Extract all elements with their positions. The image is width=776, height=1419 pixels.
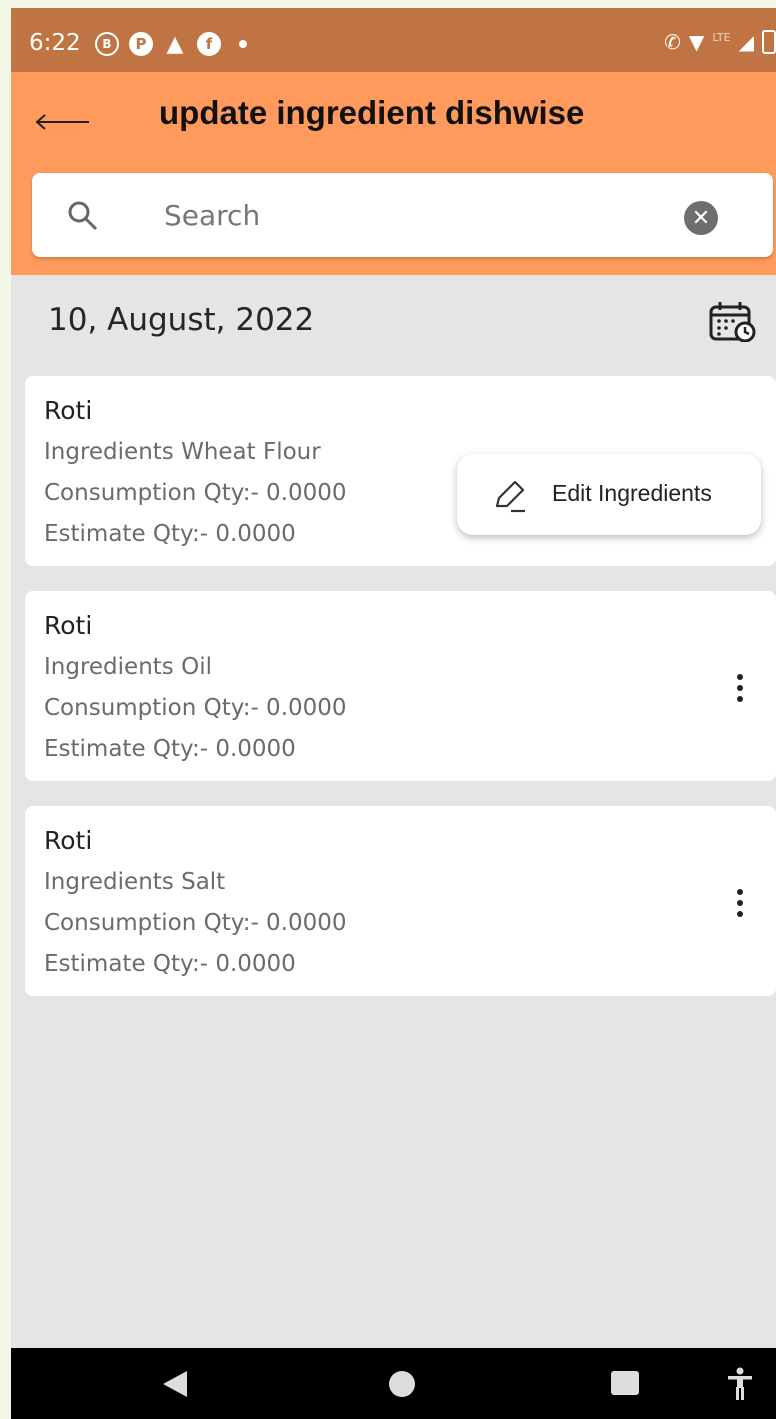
consumption-qty: Consumption Qty:- 0.0000: [44, 480, 347, 506]
triangle-app-icon: ▲: [166, 31, 184, 57]
ingredient-card[interactable]: Roti Ingredients Oil Consumption Qty:- 0…: [25, 591, 776, 781]
system-icons: ✆ ▼ LTE ◢: [664, 30, 776, 54]
estimate-qty: Estimate Qty:- 0.0000: [44, 736, 296, 762]
pencil-icon: [495, 480, 525, 513]
dish-name: Roti: [44, 396, 93, 425]
page-title: update ingredient dishwise: [159, 94, 585, 131]
more-options-icon[interactable]: [734, 674, 746, 702]
dish-name: Roti: [44, 611, 93, 640]
app-header: update ingredient dishwise ✕: [11, 72, 776, 275]
ingredient-name: Ingredients Salt: [44, 869, 226, 895]
back-arrow-icon[interactable]: [35, 112, 91, 132]
more-options-icon[interactable]: [734, 889, 746, 917]
calendar-icon[interactable]: [708, 300, 758, 342]
selected-date: 10, August, 2022: [48, 302, 315, 338]
accessibility-icon[interactable]: [725, 1366, 755, 1402]
clear-search-icon[interactable]: ✕: [684, 201, 718, 235]
consumption-qty: Consumption Qty:- 0.0000: [44, 695, 347, 721]
lte-icon: LTE: [712, 30, 731, 44]
wifi-icon: ▼: [688, 30, 705, 54]
ingredient-card[interactable]: Roti Ingredients Salt Consumption Qty:- …: [25, 806, 776, 996]
ingredient-name: Ingredients Oil: [44, 654, 212, 680]
recents-icon[interactable]: [611, 1371, 639, 1395]
search-input[interactable]: [164, 193, 644, 237]
edit-ingredients-menu-item[interactable]: Edit Ingredients: [457, 454, 761, 535]
estimate-qty: Estimate Qty:- 0.0000: [44, 521, 296, 547]
edit-ingredients-label: Edit Ingredients: [552, 480, 712, 506]
battery-icon: [762, 30, 776, 54]
p-circle-icon: P: [129, 32, 153, 56]
home-icon[interactable]: [389, 1371, 415, 1397]
ingredient-name: Ingredients Wheat Flour: [44, 439, 321, 465]
phone-screen: 6:22 B P ▲ f ✆ ▼ LTE ◢ update ingredient…: [11, 8, 776, 1419]
notification-icons: B P ▲ f: [95, 31, 247, 57]
dot-icon: [239, 40, 247, 48]
back-icon[interactable]: [163, 1371, 187, 1397]
estimate-qty: Estimate Qty:- 0.0000: [44, 951, 296, 977]
wifi-calling-icon: ✆: [664, 30, 681, 54]
system-nav-bar: [11, 1348, 776, 1419]
status-time: 6:22: [29, 30, 81, 56]
signal-icon: ◢: [738, 30, 754, 54]
dish-name: Roti: [44, 826, 93, 855]
facebook-icon: f: [197, 32, 221, 56]
status-bar: 6:22 B P ▲ f ✆ ▼ LTE ◢: [11, 8, 776, 72]
b-circle-icon: B: [95, 32, 119, 56]
search-icon: [68, 201, 98, 231]
search-bar[interactable]: ✕: [32, 173, 773, 257]
consumption-qty: Consumption Qty:- 0.0000: [44, 910, 347, 936]
